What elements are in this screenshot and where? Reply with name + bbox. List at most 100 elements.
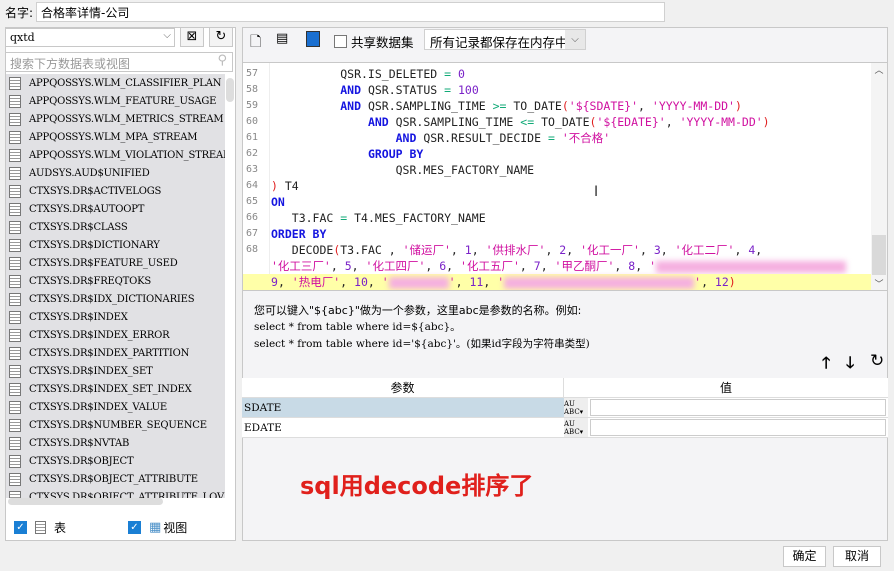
name-input[interactable]: [36, 2, 665, 22]
table-search-input[interactable]: 搜索下方数据表或视图 ⚲: [5, 52, 233, 72]
table-name: APPQOSSYS.WLM_FEATURE_USAGE: [29, 95, 217, 107]
param-value-input[interactable]: [590, 399, 886, 416]
code-token: ,: [660, 243, 675, 257]
list-item[interactable]: CTXSYS.DR$OBJECT_ATTRIBUTE: [6, 470, 225, 488]
table-name: CTXSYS.DR$OBJECT_ATTRIBUTE: [29, 473, 198, 485]
code-token: ,: [351, 259, 366, 273]
list-item[interactable]: CTXSYS.DR$NUMBER_SEQUENCE: [6, 416, 225, 434]
list-item[interactable]: CTXSYS.DR$INDEX_SET_INDEX: [6, 380, 225, 398]
move-up-button[interactable]: 🡑: [822, 352, 830, 379]
share-dataset-checkbox[interactable]: 共享数据集: [334, 32, 414, 51]
column-header-value: 值: [719, 381, 732, 395]
list-item[interactable]: CTXSYS.DR$CLASS: [6, 218, 225, 236]
line-number: 59: [246, 100, 259, 111]
code-token: ,: [734, 243, 749, 257]
arrow-up-icon: 🡑: [822, 353, 831, 372]
code-line: 63 QSR.MES_FACTORY_NAME: [243, 162, 872, 178]
list-item[interactable]: AUDSYS.AUD$UNIFIED: [6, 164, 225, 182]
hint-example: select * from table where id=${abc}。: [254, 321, 461, 333]
show-views-toggle[interactable]: ✓ ▦ 视图: [128, 519, 187, 536]
code-token: ): [734, 99, 742, 113]
code-token: 7: [533, 259, 541, 273]
list-item[interactable]: APPQOSSYS.WLM_VIOLATION_STREAM: [6, 146, 225, 164]
list-horizontal-scrollbar[interactable]: [6, 498, 235, 506]
list-item[interactable]: CTXSYS.DR$FREQTOKS: [6, 272, 225, 290]
table-icon: [9, 274, 21, 288]
checkbox-checked-icon[interactable]: ✓: [128, 521, 141, 534]
preview-button[interactable]: 🗋: [250, 31, 261, 55]
table-icon: [9, 418, 21, 432]
editor-scrollbar[interactable]: ︿ ﹀: [871, 63, 887, 290]
scroll-up-icon[interactable]: ︿: [871, 63, 887, 76]
scroll-down-icon[interactable]: ﹀: [871, 277, 887, 290]
line-number: 61: [246, 132, 259, 143]
list-item[interactable]: CTXSYS.DR$INDEX_PARTITION: [6, 344, 225, 362]
ok-button[interactable]: 确定: [783, 546, 826, 567]
show-tables-toggle[interactable]: ✓ 表: [14, 519, 66, 536]
code-token: ,: [665, 115, 680, 129]
list-item[interactable]: APPQOSSYS.WLM_MPA_STREAM: [6, 128, 225, 146]
move-down-button[interactable]: 🡓: [846, 352, 854, 379]
dataset-button[interactable]: [306, 31, 320, 47]
code-token: ,: [455, 275, 470, 289]
hint-line: 您可以键入"${abc}"做为一个参数，这里abc是参数的名称。例如:: [254, 304, 582, 317]
list-item[interactable]: CTXSYS.DR$INDEX: [6, 308, 225, 326]
checkbox-checked-icon[interactable]: ✓: [14, 521, 27, 534]
code-token: TO_DATE: [506, 99, 562, 113]
code-token: AND: [367, 115, 389, 129]
table-row[interactable]: EDATE AU ABC▾: [242, 418, 888, 438]
list-item[interactable]: CTXSYS.DR$AUTOOPT: [6, 200, 225, 218]
code-token: 'YYYY-MM-DD': [651, 99, 735, 113]
list-item[interactable]: APPQOSSYS.WLM_FEATURE_USAGE: [6, 92, 225, 110]
table-name: CTXSYS.DR$NVTAB: [29, 437, 130, 449]
filter-button[interactable]: ⊠: [180, 27, 204, 47]
schema-select[interactable]: qxtd ⌵: [5, 28, 175, 47]
code-token: ORDER BY: [271, 227, 327, 241]
list-item[interactable]: CTXSYS.DR$ACTIVELOGS: [6, 182, 225, 200]
list-vertical-scrollbar[interactable]: [225, 74, 235, 498]
checkbox-unchecked-icon[interactable]: [334, 35, 347, 48]
sql-editor[interactable]: 57 QSR.IS_DELETED = 0 58 AND QSR.STATUS =…: [242, 62, 888, 291]
table-row[interactable]: SDATE AU ABC▾: [242, 398, 888, 418]
code-token: ,: [340, 275, 355, 289]
storage-mode-select[interactable]: 所有记录都保存在内存中 ⌵: [424, 29, 586, 50]
list-item[interactable]: CTXSYS.DR$FEATURE_USED: [6, 254, 225, 272]
list-item[interactable]: APPQOSSYS.WLM_METRICS_STREAM: [6, 110, 225, 128]
code-token: 10: [354, 275, 368, 289]
line-number: 62: [246, 148, 259, 159]
storage-mode-value: 所有记录都保存在内存中: [430, 35, 568, 50]
refresh-button[interactable]: ↻: [209, 27, 233, 47]
table-name: CTXSYS.DR$NUMBER_SEQUENCE: [29, 419, 207, 431]
code-token: T3.FAC: [271, 211, 341, 225]
refresh-params-button[interactable]: ↻: [870, 351, 884, 371]
code-token: 12: [714, 275, 729, 289]
list-item[interactable]: CTXSYS.DR$OBJECT_ATTRIBUTE_LOV: [6, 488, 225, 498]
type-select-icon[interactable]: AU ABC▾: [564, 418, 588, 437]
sql-button[interactable]: ▤: [276, 31, 288, 46]
code-token: ': [649, 259, 656, 273]
list-item[interactable]: CTXSYS.DR$INDEX_ERROR: [6, 326, 225, 344]
list-item[interactable]: CTXSYS.DR$IDX_DICTIONARIES: [6, 290, 225, 308]
list-item[interactable]: APPQOSSYS.WLM_CLASSIFIER_PLAN: [6, 74, 225, 92]
param-value-input[interactable]: [590, 419, 886, 436]
redacted-text: [504, 276, 695, 289]
list-item[interactable]: CTXSYS.DR$INDEX_VALUE: [6, 398, 225, 416]
table-icon: [9, 436, 21, 450]
code-line: 64) T4: [243, 178, 872, 194]
list-item[interactable]: CTXSYS.DR$NVTAB: [6, 434, 225, 452]
table-name: CTXSYS.DR$INDEX_ERROR: [29, 329, 170, 341]
code-line: 66 T3.FAC = T4.MES_FACTORY_NAME: [243, 210, 872, 226]
table-icon: [9, 220, 21, 234]
cancel-button[interactable]: 取消: [833, 546, 881, 567]
code-token: '热电厂': [291, 275, 341, 289]
type-select-icon[interactable]: AU ABC▾: [564, 398, 588, 417]
chevron-down-icon: ⌵: [163, 30, 171, 41]
code-token: AND: [340, 83, 362, 97]
code-line: '化工三厂', 5, '化工四厂', 6, '化工五厂', 7, '甲乙酮厂',…: [243, 258, 872, 274]
list-item[interactable]: CTXSYS.DR$INDEX_SET: [6, 362, 225, 380]
list-item[interactable]: CTXSYS.DR$DICTIONARY: [6, 236, 225, 254]
table-icon: [9, 382, 21, 396]
table-name: CTXSYS.DR$INDEX_SET_INDEX: [29, 383, 192, 395]
list-item[interactable]: CTXSYS.DR$OBJECT: [6, 452, 225, 470]
